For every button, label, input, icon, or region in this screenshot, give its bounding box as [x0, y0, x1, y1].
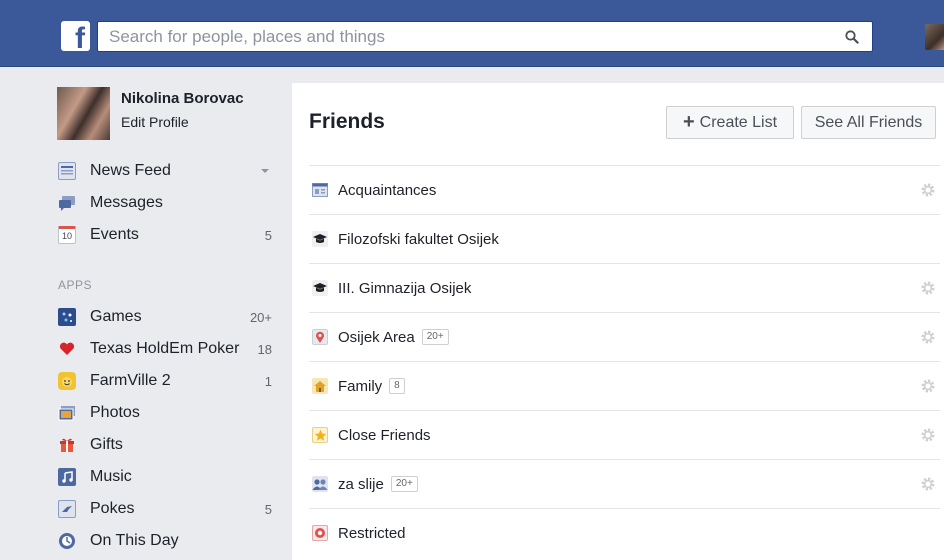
sidebar-item-label: Photos [90, 404, 140, 421]
location-pin-icon [312, 329, 328, 345]
list-name: Close Friends [338, 426, 431, 444]
farmville-count: 1 [264, 373, 272, 389]
heart-icon [58, 340, 76, 358]
pokes-icon [58, 500, 76, 518]
see-all-friends-button[interactable]: See All Friends [801, 106, 936, 139]
list-name: Osijek Area [338, 328, 415, 346]
sidebar-item-pokes[interactable]: Pokes 5 [58, 496, 272, 522]
apps-section-header: APPS [58, 278, 93, 292]
plus-icon: + [682, 111, 695, 133]
gear-icon[interactable] [920, 476, 936, 492]
graduation-cap-icon [312, 231, 328, 247]
graduation-cap-icon [312, 280, 328, 296]
list-count-badge: 8 [389, 378, 405, 394]
restricted-icon [312, 525, 328, 541]
sidebar-item-label: On This Day [90, 532, 179, 549]
sidebar-item-label: Gifts [90, 436, 123, 453]
poker-count: 18 [257, 341, 272, 357]
pokes-count: 5 [264, 501, 272, 517]
chevron-down-icon[interactable] [261, 169, 269, 173]
sidebar-item-label: News Feed [90, 162, 171, 179]
list-name: za slije [338, 475, 384, 493]
on-this-day-icon [58, 532, 76, 550]
friend-list-row-iii-gimnazija-osijek[interactable]: III. Gimnazija Osijek [309, 263, 940, 312]
search-input[interactable] [98, 22, 828, 51]
list-name: Filozofski fakultet Osijek [338, 230, 499, 248]
people-icon [312, 476, 328, 492]
sidebar-item-label: Games [90, 308, 142, 325]
gift-icon [58, 436, 76, 454]
list-name: Restricted [338, 524, 406, 542]
star-icon [312, 427, 328, 443]
sidebar-item-messages[interactable]: Messages [58, 190, 272, 216]
friends-lists-panel: Friends + Create List See All Friends Ac… [292, 83, 944, 560]
list-name: Acquaintances [338, 181, 437, 199]
photos-icon [58, 404, 76, 422]
sidebar-item-label: Events [90, 226, 139, 243]
sidebar-item-label: Texas HoldEm Poker [90, 340, 240, 357]
top-bar: f [0, 0, 944, 67]
events-icon: 10 [58, 226, 76, 244]
sidebar-item-label: Pokes [90, 500, 135, 517]
profile-picture[interactable] [57, 87, 110, 140]
search-box [97, 21, 873, 52]
games-count: 20+ [249, 309, 272, 325]
messages-icon [58, 194, 76, 212]
sidebar-item-news-feed[interactable]: News Feed [58, 158, 272, 184]
events-count: 5 [264, 227, 272, 243]
top-avatar[interactable] [925, 24, 944, 50]
sidebar-item-events[interactable]: 10 Events 5 [58, 222, 272, 248]
edit-profile-link[interactable]: Edit Profile [121, 114, 189, 130]
left-sidebar: Nikolina Borovac Edit Profile News Feed … [0, 68, 292, 560]
games-icon [58, 308, 76, 326]
sidebar-item-farmville-2[interactable]: FarmVille 2 1 [58, 368, 272, 394]
music-icon [58, 468, 76, 486]
page-title: Friends [309, 110, 385, 133]
house-icon [312, 378, 328, 394]
list-count-badge: 20+ [421, 329, 449, 345]
sidebar-item-on-this-day[interactable]: On This Day [58, 528, 272, 554]
sidebar-item-label: FarmVille 2 [90, 372, 171, 389]
friend-list-row-restricted[interactable]: Restricted [309, 508, 940, 557]
gear-icon[interactable] [920, 378, 936, 394]
profile-name[interactable]: Nikolina Borovac [121, 90, 244, 107]
sidebar-item-label: Music [90, 468, 132, 485]
create-list-button[interactable]: + Create List [666, 106, 794, 139]
gear-icon[interactable] [920, 427, 936, 443]
sidebar-item-label: Messages [90, 194, 163, 211]
friend-list-row-za-slije[interactable]: za slije 20+ [309, 459, 940, 508]
news-feed-icon [58, 162, 76, 180]
acquaintances-icon [312, 182, 328, 198]
sidebar-item-texas-holdem-poker[interactable]: Texas HoldEm Poker 18 [58, 336, 272, 362]
facebook-logo[interactable]: f [61, 21, 90, 51]
friend-list-row-family[interactable]: Family 8 [309, 361, 940, 410]
gear-icon[interactable] [920, 280, 936, 296]
friend-list-row-close-friends[interactable]: Close Friends [309, 410, 940, 459]
search-icon [845, 29, 859, 44]
gear-icon[interactable] [920, 329, 936, 345]
list-name: Family [338, 377, 383, 395]
profile-block: Nikolina Borovac Edit Profile [57, 87, 287, 141]
friend-list-row-filozofski-fakultet-osijek[interactable]: Filozofski fakultet Osijek [309, 214, 940, 263]
sidebar-item-photos[interactable]: Photos [58, 400, 272, 426]
see-all-friends-label: See All Friends [814, 113, 923, 131]
friend-lists: Acquaintances Filozofski fakultet Osijek… [309, 165, 940, 557]
friend-list-row-osijek-area[interactable]: Osijek Area 20+ [309, 312, 940, 361]
search-button[interactable] [832, 22, 872, 51]
list-count-badge: 20+ [390, 476, 418, 492]
create-list-label: Create List [699, 113, 778, 131]
list-name: III. Gimnazija Osijek [338, 279, 472, 297]
friend-list-row-acquaintances[interactable]: Acquaintances [309, 165, 940, 214]
sidebar-item-gifts[interactable]: Gifts [58, 432, 272, 458]
sidebar-item-games[interactable]: Games 20+ [58, 304, 272, 330]
gear-icon[interactable] [920, 182, 936, 198]
sidebar-item-music[interactable]: Music [58, 464, 272, 490]
farmville-icon [58, 372, 76, 390]
